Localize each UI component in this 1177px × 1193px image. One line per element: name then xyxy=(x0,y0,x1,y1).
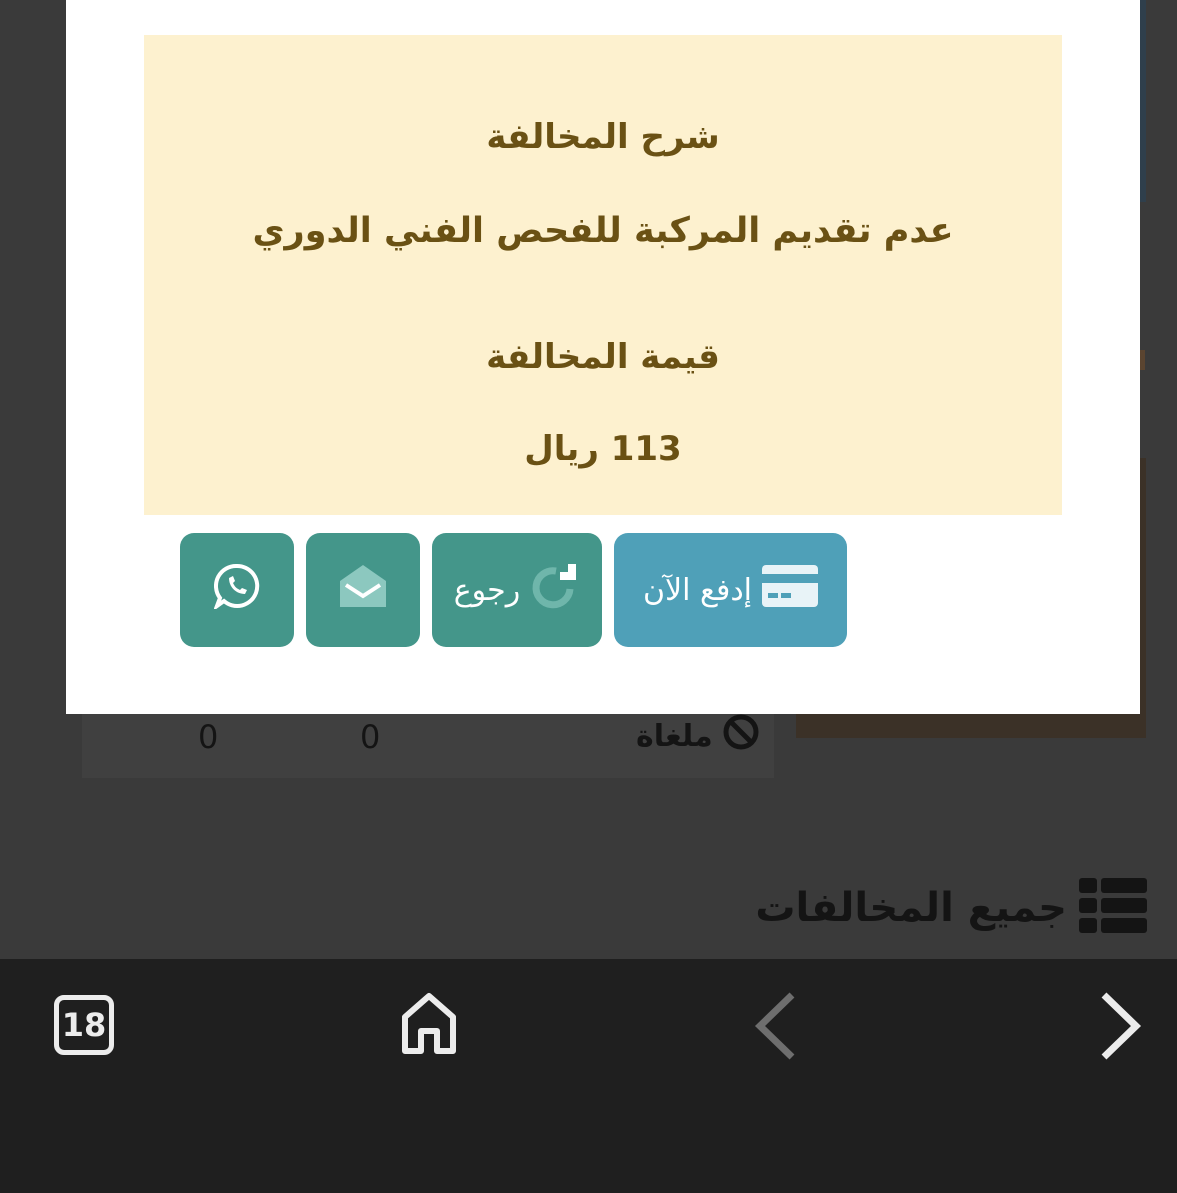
description-heading: شرح المخالفة xyxy=(486,117,720,157)
whatsapp-icon xyxy=(212,563,260,617)
ban-icon xyxy=(721,712,761,760)
background-accent xyxy=(1140,350,1145,370)
credit-card-icon xyxy=(762,565,819,615)
cancelled-count-2: 0 xyxy=(360,718,381,756)
whatsapp-share-button[interactable] xyxy=(180,533,294,647)
cancelled-count-1: 0 xyxy=(198,718,219,756)
violation-info-box: شرح المخالفة عدم تقديم المركبة للفحص الف… xyxy=(144,35,1062,515)
pay-now-label: إدفع الآن xyxy=(643,572,753,608)
cancelled-status-label: ملغاة xyxy=(636,712,761,760)
forward-nav-button[interactable] xyxy=(1096,991,1144,1065)
home-icon xyxy=(400,993,458,1059)
description-text: عدم تقديم المركبة للفحص الفني الدوري xyxy=(252,211,954,251)
violation-details-modal: شرح المخالفة عدم تقديم المركبة للفحص الف… xyxy=(66,0,1140,714)
email-share-button[interactable] xyxy=(306,533,420,647)
tabs-count-button[interactable]: 18 xyxy=(54,995,114,1055)
back-label: رجوع xyxy=(453,572,521,608)
cancelled-label: ملغاة xyxy=(636,718,713,754)
background-panel-edge xyxy=(1140,0,1146,202)
browser-toolbar: 18 xyxy=(0,959,1177,1193)
open-envelope-icon xyxy=(338,561,388,619)
amount-text: 113 ريال xyxy=(524,429,682,469)
back-button[interactable]: رجوع xyxy=(432,533,602,647)
amount-heading: قيمة المخالفة xyxy=(486,337,720,377)
pay-now-button[interactable]: إدفع الآن xyxy=(614,533,847,647)
chevron-left-icon xyxy=(752,992,800,1065)
home-button[interactable] xyxy=(400,991,458,1059)
chevron-right-icon xyxy=(1096,992,1144,1065)
all-violations-link[interactable]: جميع المخالفات xyxy=(755,876,1147,940)
list-icon xyxy=(1079,876,1147,940)
back-nav-button[interactable] xyxy=(752,991,800,1065)
all-violations-label: جميع المخالفات xyxy=(755,885,1067,931)
refresh-icon xyxy=(530,561,580,619)
